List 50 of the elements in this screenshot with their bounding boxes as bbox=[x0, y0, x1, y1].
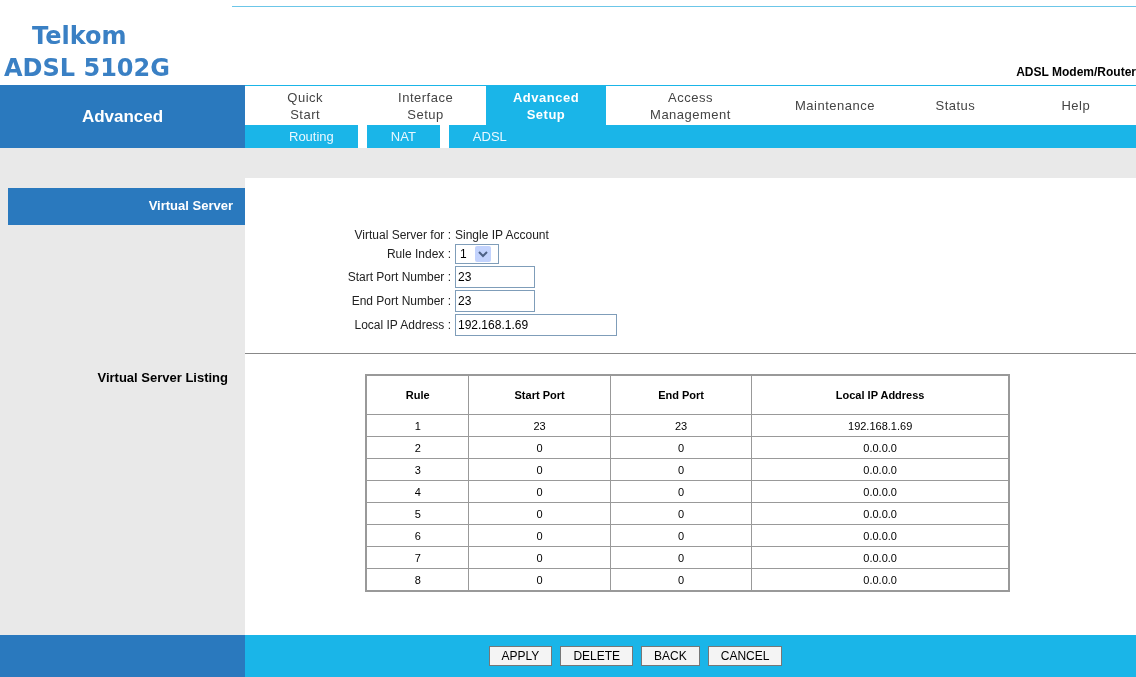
nav-tab[interactable]: Quick Start bbox=[245, 86, 366, 125]
table-cell: 0 bbox=[610, 458, 752, 481]
field-value: Single IP Account bbox=[455, 228, 550, 242]
nav-tab[interactable]: Help bbox=[1015, 86, 1136, 125]
field-label: End Port Number : bbox=[350, 294, 452, 308]
table-cell: 0 bbox=[468, 458, 611, 481]
input-field[interactable]: 192.168.1.69 bbox=[455, 314, 617, 336]
table-cell: 6 bbox=[366, 524, 469, 547]
nav-tab[interactable]: Interface Setup bbox=[365, 86, 486, 125]
table-cell: 0 bbox=[610, 524, 752, 547]
table-cell: 23 bbox=[610, 414, 752, 437]
field-label: Local IP Address : bbox=[353, 318, 452, 332]
field-label: Rule Index : bbox=[385, 247, 452, 261]
nav-tab[interactable]: Maintenance bbox=[774, 86, 896, 125]
field-label: Virtual Server for : bbox=[353, 228, 452, 242]
table-cell: 0 bbox=[610, 502, 752, 525]
brand-logo: Telkom bbox=[31, 21, 128, 51]
section-title: Advanced bbox=[0, 85, 245, 148]
table-cell: 7 bbox=[366, 546, 469, 569]
model-name: ADSL 5102G bbox=[4, 53, 170, 84]
action-button[interactable]: CANCEL bbox=[707, 646, 783, 666]
action-button[interactable]: BACK bbox=[641, 646, 700, 666]
nav-tab[interactable]: Status bbox=[895, 86, 1016, 125]
table-cell: 4 bbox=[366, 480, 469, 503]
table-cell: 5 bbox=[366, 502, 469, 525]
table-cell: 0 bbox=[468, 436, 611, 459]
field-label: Start Port Number : bbox=[346, 270, 452, 284]
table-cell: 0 bbox=[468, 502, 611, 525]
table-cell: 1 bbox=[366, 414, 469, 437]
table-cell: 2 bbox=[366, 436, 469, 459]
action-button[interactable]: DELETE bbox=[560, 646, 634, 666]
table-cell: 0 bbox=[610, 436, 752, 459]
action-button[interactable]: APPLY bbox=[488, 646, 553, 666]
nav-tab[interactable]: Access Management bbox=[606, 86, 775, 125]
device-tagline: ADSL Modem/Router bbox=[1016, 65, 1136, 81]
table-cell: 0 bbox=[610, 480, 752, 503]
table-cell: 0 bbox=[468, 546, 611, 569]
input-field[interactable]: 23 bbox=[455, 266, 535, 288]
column-header: End Port bbox=[610, 375, 752, 415]
table-cell: 3 bbox=[366, 458, 469, 481]
panel-title: Virtual Server bbox=[8, 188, 245, 225]
input-field[interactable]: 23 bbox=[455, 290, 535, 312]
column-header: Start Port bbox=[468, 375, 611, 415]
column-header: Rule bbox=[366, 375, 469, 415]
table-cell: 23 bbox=[468, 414, 611, 437]
rule-index-select[interactable]: 1 bbox=[455, 244, 499, 264]
table-cell: 0 bbox=[468, 480, 611, 503]
listing-title: Virtual Server Listing bbox=[96, 370, 229, 385]
table-cell: 0 bbox=[610, 546, 752, 569]
table-cell: 0 bbox=[468, 524, 611, 547]
